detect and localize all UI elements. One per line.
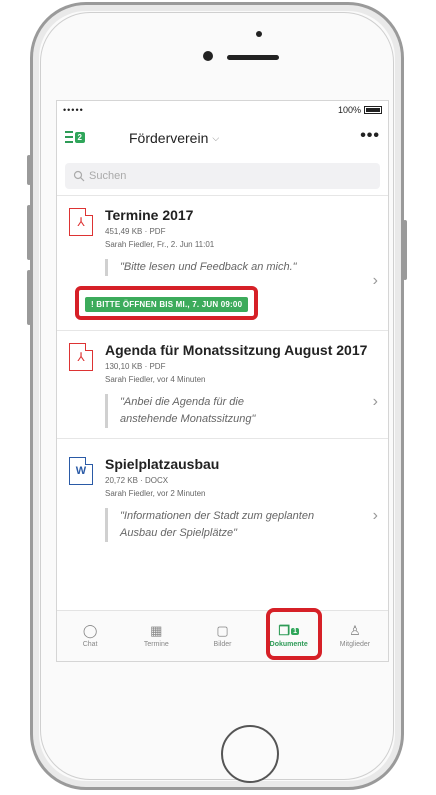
front-camera: [203, 51, 213, 61]
document-meta: 20,72 KB · DOCX: [105, 476, 169, 485]
chevron-down-icon: ⌵: [212, 132, 220, 143]
tab-label: Chat: [82, 641, 98, 648]
document-title: Termine 2017: [105, 207, 194, 223]
page-title: Förderverein: [129, 130, 209, 146]
volume-down-button: [27, 270, 31, 325]
list-icon: [65, 131, 73, 143]
document-item-agenda[interactable]: ⅄ Agenda für Monatssitzung August 2017 1…: [57, 330, 388, 438]
tab-termine[interactable]: ▦ Termine: [123, 611, 189, 661]
menu-button[interactable]: 2: [65, 129, 85, 145]
word-icon: W: [69, 457, 93, 485]
camera-dot: [256, 31, 262, 37]
document-author: Sarah Fiedler, vor 2 Minuten: [105, 489, 206, 498]
chevron-right-icon: ›: [372, 272, 378, 289]
tab-bar: ◯ Chat ▦ Termine ▢ Bilder ❐ 1 Dokumente ♙…: [57, 608, 388, 661]
navigation-bar: 2 Förderverein ⌵ •••: [57, 119, 388, 155]
document-title: Spielplatzausbau: [105, 456, 220, 472]
more-options-icon[interactable]: •••: [360, 127, 380, 145]
members-icon: ♙: [349, 623, 361, 638]
search-input[interactable]: Suchen: [65, 163, 380, 189]
document-comment: "Informationen der Stadt zum geplanten A…: [105, 508, 320, 542]
document-item-spielplatz[interactable]: W Spielplatzausbau 20,72 KB · DOCX Sarah…: [57, 438, 388, 552]
document-author: Sarah Fiedler, Fr., 2. Jun 11:01: [105, 240, 215, 249]
battery-fill: [366, 108, 380, 112]
volume-up-button: [27, 205, 31, 260]
document-meta: 451,49 KB · PDF: [105, 227, 166, 236]
pdf-icon: ⅄: [69, 208, 93, 236]
document-comment: "Bitte lesen und Feedback an mich.": [105, 259, 378, 276]
battery-text: 100%: [337, 105, 361, 115]
calendar-icon: ▦: [150, 623, 163, 638]
due-badge: ! BITTE ÖFFNEN BIS MI., 7. JUN 09:00: [85, 297, 249, 312]
document-author: Sarah Fiedler, vor 4 Minuten: [105, 375, 206, 384]
chevron-right-icon: ›: [372, 507, 378, 524]
tab-highlight: [266, 608, 322, 660]
tab-bilder[interactable]: ▢ Bilder: [189, 611, 255, 661]
pdf-icon: ⅄: [69, 343, 93, 371]
battery-indicator: 100%: [338, 105, 382, 115]
earpiece-speaker: [227, 55, 279, 60]
document-comment: "Anbei die Agenda für die anstehende Mon…: [105, 394, 290, 428]
menu-badge: 2: [74, 131, 85, 143]
home-button[interactable]: [221, 725, 279, 783]
signal-indicator: •••••: [63, 105, 84, 115]
battery-icon: [364, 106, 382, 114]
group-selector[interactable]: Förderverein ⌵: [129, 130, 219, 146]
tab-label: Bilder: [213, 641, 232, 648]
tab-label: Termine: [143, 641, 169, 648]
image-icon: ▢: [216, 623, 229, 638]
search-icon: [73, 170, 85, 182]
due-highlight: ! BITTE ÖFFNEN BIS MI., 7. JUN 09:00: [75, 286, 259, 320]
tab-mitglieder[interactable]: ♙ Mitglieder: [322, 611, 388, 661]
chat-icon: ◯: [82, 623, 98, 638]
tab-chat[interactable]: ◯ Chat: [57, 611, 123, 661]
search-placeholder: Suchen: [89, 170, 127, 182]
mute-switch: [27, 155, 31, 185]
document-title: Agenda für Monatssitzung August 2017: [105, 342, 368, 358]
power-button: [403, 220, 407, 280]
app-screen: ••••• 100% 2 Förderverein ⌵ ••• Suchen ⅄…: [56, 100, 389, 662]
document-meta: 130,10 KB · PDF: [105, 362, 166, 371]
status-bar: ••••• 100%: [57, 101, 388, 119]
chevron-right-icon: ›: [372, 393, 378, 410]
tab-label: Mitglieder: [339, 641, 371, 648]
document-item-termine[interactable]: ⅄ Termine 2017 451,49 KB · PDF Sarah Fie…: [57, 195, 388, 330]
